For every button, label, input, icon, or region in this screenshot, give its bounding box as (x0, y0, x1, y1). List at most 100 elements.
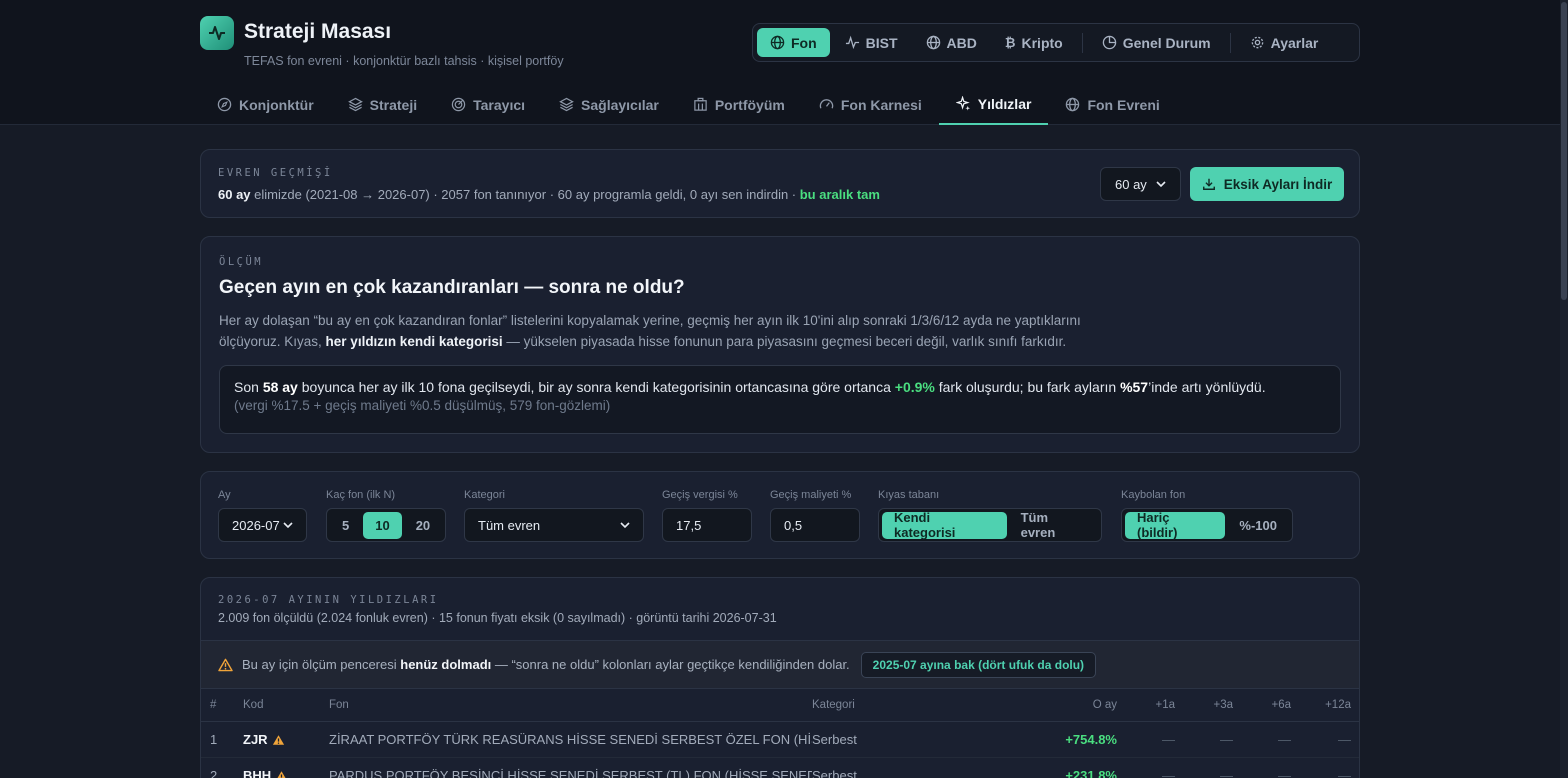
result-months: 58 ay (262, 379, 298, 395)
tax-input[interactable]: 17,5 (662, 508, 752, 542)
tab-fon-evreni-label: Fon Evreni (1087, 96, 1160, 113)
result-text: fark oluşurdu; bu fark ayların (934, 379, 1121, 395)
tab-portfoyum[interactable]: Portföyüm (676, 84, 802, 125)
lost-option-minus100[interactable]: %-100 (1227, 512, 1289, 539)
category-select[interactable]: Tüm evren (464, 508, 644, 542)
settings-button[interactable]: Ayarlar (1237, 28, 1332, 57)
tab-saglayicilar[interactable]: Sağlayıcılar (542, 84, 676, 125)
col-p1[interactable]: +1a (1125, 689, 1183, 722)
app-logo[interactable] (200, 16, 234, 50)
compass-icon (217, 97, 232, 112)
base-field: Kıyas tabanı Kendi kategorisi Tüm evren (878, 489, 1102, 542)
main-tabs: Konjonktür Strateji Tarayıcı Sağlayıcıla… (200, 84, 1177, 125)
tab-fon-karnesi-label: Fon Karnesi (840, 96, 922, 113)
col-p12[interactable]: +12a (1299, 689, 1359, 722)
market-abd-label: ABD (946, 34, 977, 51)
tab-konjonktur[interactable]: Konjonktür (200, 84, 331, 125)
market-kripto-button[interactable]: ₿ Kripto (992, 28, 1076, 57)
section-label: ÖLÇÜM (219, 256, 264, 268)
col-month[interactable]: O ay (982, 689, 1125, 722)
base-label: Kıyas tabanı (878, 489, 940, 501)
market-bist-button[interactable]: BIST (832, 28, 911, 57)
row-category: Serbest (812, 721, 982, 758)
layers-icon (347, 97, 363, 112)
cost-input[interactable]: 0,5 (770, 508, 860, 542)
building-icon (694, 97, 707, 111)
month-select[interactable]: 2026-07 (218, 508, 307, 542)
market-fon-label: Fon (791, 34, 817, 51)
status-badge: bu aralık tam (799, 187, 880, 202)
universe-history-card: EVREN GEÇMİŞİ 60 ay elimizde (2021-08 → … (200, 149, 1360, 218)
stars-table: # Kod Fon Kategori O ay +1a +3a +6a +12a… (201, 689, 1359, 778)
top-n-option-20[interactable]: 20 (404, 512, 442, 539)
cost-label: Geçiş maliyeti % (770, 489, 852, 501)
tab-strateji-label: Strateji (369, 96, 418, 113)
tax-value: 17,5 (676, 517, 702, 533)
view-previous-month-button[interactable]: 2025-07 ayına bak (dört ufuk da dolu) (860, 651, 1097, 678)
col-code[interactable]: Kod (227, 689, 313, 722)
col-p3[interactable]: +3a (1183, 689, 1241, 722)
col-p6[interactable]: +6a (1241, 689, 1299, 722)
months-count: 60 ay (218, 187, 251, 202)
base-option-own-category[interactable]: Kendi kategorisi (882, 510, 1007, 540)
page-scrollbar[interactable] (1560, 0, 1568, 778)
base-option-all[interactable]: Tüm evren (1009, 510, 1098, 540)
warning-icon (277, 770, 286, 778)
lost-fund-segmented: Hariç (bildir) %-100 (1121, 508, 1293, 542)
tab-strateji[interactable]: Strateji (331, 84, 434, 125)
range-select[interactable]: 60 ay (1100, 167, 1181, 201)
globe-icon (770, 35, 785, 50)
tax-label: Geçiş vergisi % (662, 489, 738, 501)
result-text: ’inde artı yönlüydü. (1148, 379, 1266, 395)
row-p12: — (1299, 721, 1359, 758)
layers-icon (559, 97, 574, 112)
table-row[interactable]: 1 ZJR ZİRAAT PORTFÖY TÜRK REASÜRANS HİSS… (201, 721, 1359, 758)
pulse-icon (209, 26, 225, 40)
row-code: ZJR (243, 731, 268, 747)
tab-fon-evreni[interactable]: Fon Evreni (1048, 84, 1176, 125)
measurement-title: Geçen ayın en çok kazandıranları — sonra… (219, 277, 685, 298)
table-row[interactable]: 2 BHH PARDUS PORTFÖY BEŞİNCİ HİSSE SENED… (201, 757, 1359, 778)
month-label: Ay (218, 489, 231, 501)
market-abd-button[interactable]: ABD (913, 28, 990, 57)
top-n-label: Kaç fon (ilk N) (326, 489, 396, 501)
divider (1229, 32, 1231, 53)
radar-icon (451, 97, 466, 112)
col-fund[interactable]: Fon (313, 689, 812, 722)
row-code-cell[interactable]: ZJR (227, 721, 313, 758)
general-status-label: Genel Durum (1122, 34, 1211, 51)
col-category[interactable]: Kategori (812, 689, 982, 722)
top-n-option-10[interactable]: 10 (363, 511, 402, 539)
lost-option-exclude[interactable]: Hariç (bildir) (1125, 510, 1226, 540)
chevron-down-icon (1156, 181, 1166, 188)
download-missing-button[interactable]: Eksik Ayları İndir (1190, 167, 1344, 201)
tab-yildizlar[interactable]: Yıldızlar (938, 84, 1049, 125)
warning-banner: Bu ay için ölçüm penceresi henüz dolmadı… (201, 640, 1359, 689)
top-n-option-5[interactable]: 5 (330, 512, 361, 539)
tab-fon-karnesi[interactable]: Fon Karnesi (802, 84, 939, 125)
row-code-cell[interactable]: BHH (227, 757, 313, 778)
measurement-card: ÖLÇÜM Geçen ayın en çok kazandıranları —… (200, 236, 1360, 453)
market-bist-label: BIST (865, 34, 898, 51)
tab-tarayici[interactable]: Tarayıcı (434, 84, 542, 125)
row-fund: PARDUS PORTFÖY BEŞİNCİ HİSSE SENEDİ SERB… (313, 757, 812, 778)
general-status-button[interactable]: Genel Durum (1089, 28, 1224, 57)
chevron-down-icon (283, 522, 293, 529)
warning-icon (272, 734, 284, 745)
gauge-icon (819, 99, 834, 109)
row-rank: 1 (201, 721, 227, 758)
history-summary: 60 ay elimizde (2021-08 → 2026-07) · 205… (218, 187, 880, 202)
tab-saglayicilar-label: Sağlayıcılar (581, 96, 659, 113)
market-fon-button[interactable]: Fon (757, 28, 830, 57)
app-title: Strateji Masası (244, 20, 392, 43)
section-label: EVREN GEÇMİŞİ (218, 167, 333, 179)
pulse-icon (845, 35, 859, 50)
scrollbar-thumb[interactable] (1561, 2, 1567, 300)
row-p3: — (1183, 757, 1241, 778)
bitcoin-icon: ₿ (1004, 35, 1016, 50)
col-rank[interactable]: # (201, 689, 227, 722)
result-summary-box: Son 58 ay boyunca her ay ilk 10 fona geç… (219, 365, 1341, 434)
lost-fund-field: Kaybolan fon Hariç (bildir) %-100 (1121, 489, 1293, 542)
sparkle-icon (955, 96, 970, 111)
result-note: (vergi %17.5 + geçiş maliyeti %0.5 düşül… (234, 398, 611, 413)
